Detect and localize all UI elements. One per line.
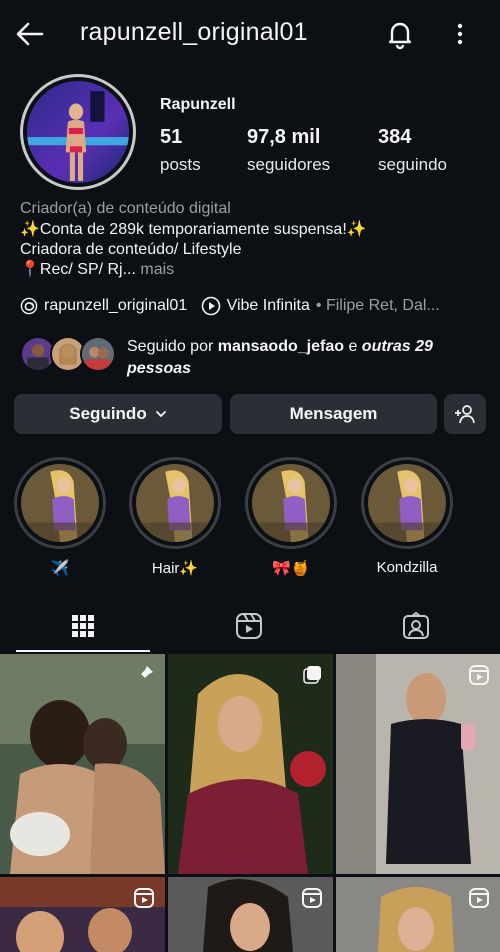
post-tile[interactable] <box>168 654 333 874</box>
reels-icon <box>469 888 489 908</box>
bio-line: Criadora de conteúdo/ Lifestyle <box>20 241 242 258</box>
reels-icon <box>302 888 322 908</box>
post-thumbnail <box>168 654 333 874</box>
music-artist: • Filipe Ret, Dal... <box>315 297 440 314</box>
stat-posts[interactable]: 51 posts <box>160 126 201 175</box>
more-vertical-icon[interactable] <box>446 18 474 50</box>
stat-label: posts <box>160 155 201 174</box>
profile-links-row: rapunzell_original01 Vibe Infinita • Fil… <box>20 296 490 318</box>
stat-followers[interactable]: 97,8 mil seguidores <box>247 126 330 175</box>
bio-more-link[interactable]: mais <box>136 261 174 278</box>
profile-bio: ✨Conta de 289k temporariamente suspensa!… <box>20 220 367 280</box>
play-circle-icon <box>201 296 220 316</box>
stat-following[interactable]: 384 seguindo <box>378 126 447 175</box>
pin-icon <box>137 666 153 682</box>
top-bar: rapunzell_original01 <box>0 0 500 68</box>
stat-value: 384 <box>378 126 412 148</box>
highlight-cover <box>14 457 106 549</box>
followed-conjunction: e <box>344 338 362 355</box>
highlight-label: Kondzilla <box>376 559 438 576</box>
bell-icon[interactable] <box>384 18 416 50</box>
stat-label: seguidores <box>247 155 331 174</box>
reels-icon <box>469 665 489 685</box>
stat-value: 97,8 mil <box>247 126 321 148</box>
highlight-image <box>21 464 99 542</box>
tab-reels[interactable] <box>166 600 332 652</box>
story-highlight[interactable]: Kondzilla <box>361 457 453 579</box>
bio-line: 📍Rec/ SP/ Rj... mais <box>20 260 367 280</box>
highlight-image <box>136 464 214 542</box>
music-title: Vibe Infinita <box>226 297 310 314</box>
threads-link[interactable]: rapunzell_original01 <box>20 297 187 315</box>
suggest-people-button[interactable] <box>444 394 486 434</box>
post-tile[interactable] <box>336 654 500 874</box>
followed-prefix: Seguido por <box>127 338 218 355</box>
posts-grid <box>0 654 500 952</box>
highlight-image <box>252 464 330 542</box>
highlight-label: Hair✨ <box>151 560 199 577</box>
tab-posts-grid[interactable] <box>0 600 166 652</box>
following-label: Seguindo <box>69 404 147 423</box>
arrow-left-icon[interactable] <box>14 18 46 50</box>
followed-by-text: Seguido por mansaodo_jefao e outras 29 p… <box>127 336 487 380</box>
display-name: Rapunzell <box>160 96 236 113</box>
highlight-label: 🎀🍯 <box>272 560 310 577</box>
highlight-cover <box>361 457 453 549</box>
story-highlight[interactable]: ✈️ <box>14 457 106 579</box>
follower-avatar <box>80 336 116 372</box>
following-button[interactable]: Seguindo <box>14 394 222 434</box>
message-button[interactable]: Mensagem <box>230 394 437 434</box>
highlight-cover <box>245 457 337 549</box>
reels-icon <box>236 613 262 639</box>
message-label: Mensagem <box>289 404 378 423</box>
profile-avatar[interactable] <box>20 74 136 190</box>
followed-user[interactable]: mansaodo_jefao <box>218 338 344 355</box>
multiple-posts-icon <box>303 666 321 684</box>
reels-icon <box>134 888 154 908</box>
story-highlight[interactable]: Hair✨ <box>129 457 221 579</box>
post-tile[interactable] <box>168 877 333 952</box>
story-highlight[interactable]: 🎀🍯 <box>245 457 337 579</box>
post-tile[interactable] <box>0 654 165 874</box>
avatar-photo <box>27 81 129 183</box>
post-tile[interactable] <box>336 877 500 952</box>
bio-line-text: 📍Rec/ SP/ Rj... <box>20 261 136 278</box>
stat-value: 51 <box>160 126 183 148</box>
stat-label: seguindo <box>378 155 448 174</box>
tagged-icon <box>403 612 429 639</box>
profile-category: Criador(a) de conteúdo digital <box>20 200 231 217</box>
followed-by-row[interactable]: Seguido por mansaodo_jefao e outras 29 p… <box>20 336 490 380</box>
post-thumbnail <box>336 654 500 874</box>
profile-tabs <box>0 600 500 652</box>
chevron-down-icon <box>155 411 166 418</box>
tab-tagged[interactable] <box>333 600 499 652</box>
grid-icon <box>72 615 94 637</box>
highlight-image <box>368 464 446 542</box>
profile-username: rapunzell_original01 <box>80 18 308 46</box>
bio-line: ✨Conta de 289k temporariamente suspensa!… <box>20 221 367 238</box>
highlight-cover <box>129 457 221 549</box>
music-link[interactable]: Vibe Infinita • Filipe Ret, Dal... <box>201 296 440 316</box>
highlight-label: ✈️ <box>50 560 70 577</box>
add-person-icon <box>455 405 475 424</box>
post-tile[interactable] <box>0 877 165 952</box>
post-thumbnail <box>0 654 165 874</box>
threads-handle: rapunzell_original01 <box>44 297 188 314</box>
threads-icon <box>20 297 38 315</box>
